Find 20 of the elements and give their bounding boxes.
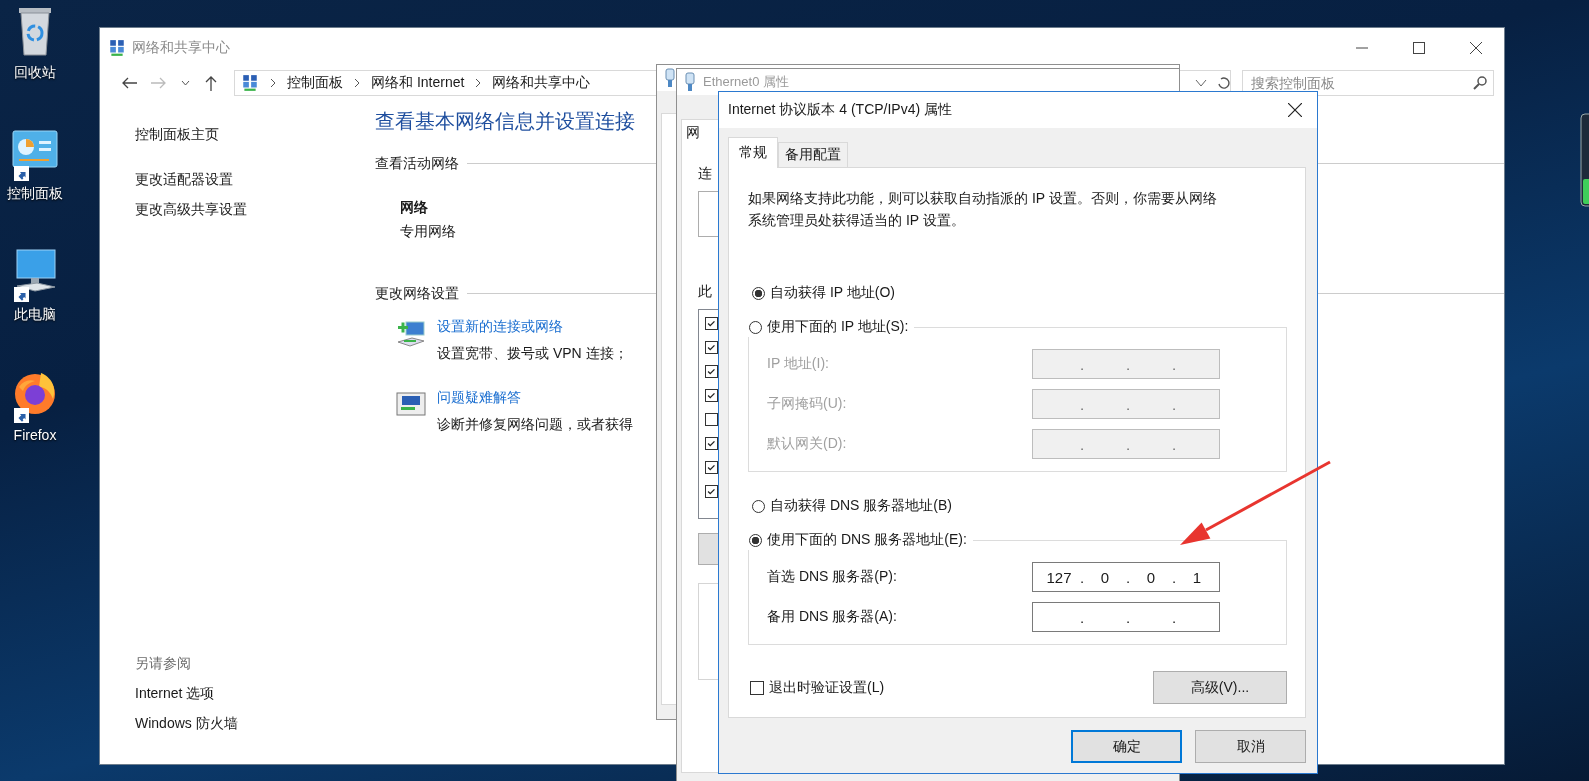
section-heading: 查看活动网络 bbox=[375, 154, 459, 173]
field-label: 此 bbox=[698, 283, 712, 301]
task-description: 设置宽带、拨号或 VPN 连接； bbox=[437, 344, 628, 363]
network-type: 专用网络 bbox=[400, 223, 456, 239]
description-text: 如果网络支持此功能，则可以获取自动指派的 IP 设置。否则，你需要从网络 bbox=[748, 189, 1217, 208]
task-description: 诊断并修复网络问题，或者获得 bbox=[437, 415, 633, 434]
description-text: 系统管理员处获得适当的 IP 设置。 bbox=[748, 211, 965, 230]
dialog-title: Internet 协议版本 4 (TCP/IPv4) 属性 bbox=[728, 101, 954, 119]
field-label: 备用 DNS 服务器(A): bbox=[767, 608, 898, 626]
field-label: 默认网关(D): bbox=[767, 435, 848, 453]
window-title: 网络和共享中心 bbox=[132, 39, 230, 57]
network-name: 网络 bbox=[400, 199, 428, 215]
page-heading: 查看基本网络信息并设置连接 bbox=[375, 109, 635, 134]
section-heading: 更改网络设置 bbox=[375, 284, 459, 303]
field-label: 子网掩码(U): bbox=[767, 395, 848, 413]
field-label: IP 地址(I): bbox=[767, 355, 830, 373]
field-label: 连 bbox=[698, 165, 712, 183]
see-also-heading: 另请参阅 bbox=[135, 654, 191, 673]
window-title: Ethernet0 属性 bbox=[703, 73, 789, 91]
field-label: 首选 DNS 服务器(P): bbox=[767, 568, 898, 586]
